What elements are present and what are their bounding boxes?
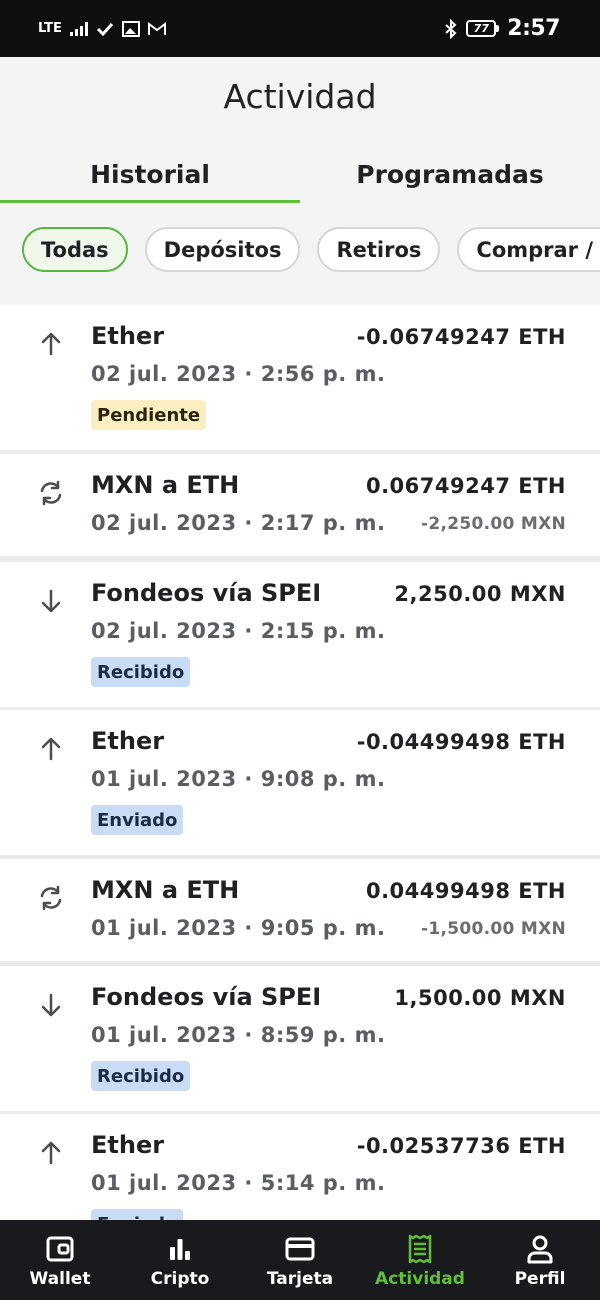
filter-chip-todas[interactable]: Todas <box>22 227 128 272</box>
filter-chip-comprar-vender[interactable]: Comprar / Vender <box>457 227 600 272</box>
arrow-down-icon <box>41 993 61 1017</box>
status-badge: Enviado <box>91 805 184 835</box>
card-icon <box>285 1237 315 1261</box>
app-notification-icon <box>96 22 114 36</box>
profile-icon <box>527 1235 553 1264</box>
nav-actividad[interactable]: Actividad <box>360 1220 480 1300</box>
transaction-row[interactable]: Fondeos vía SPEI 01 jul. 2023 · 8:59 p. … <box>0 966 600 1111</box>
transaction-date: 01 jul. 2023 · 9:05 p. m. <box>91 916 386 940</box>
nav-tarjeta[interactable]: Tarjeta <box>240 1220 360 1300</box>
nav-label: Perfil <box>514 1269 566 1289</box>
status-badge: Pendiente <box>91 400 207 430</box>
activity-tabs: Historial Programadas <box>0 145 600 203</box>
transaction-amount: 0.06749247 ETH <box>365 474 566 498</box>
nav-label: Cripto <box>150 1269 210 1289</box>
bottom-navigation: Wallet Cripto Tarjeta Actividad Perfil <box>0 1220 600 1300</box>
battery-level: 77 <box>466 20 497 37</box>
transaction-list: Ether 02 jul. 2023 · 2:56 p. m. -0.06749… <box>0 305 600 1220</box>
transaction-title: Ether <box>91 1131 165 1159</box>
transaction-row[interactable]: Ether 01 jul. 2023 · 9:08 p. m. -0.04499… <box>0 710 600 855</box>
transaction-title: Ether <box>91 727 165 755</box>
arrow-down-icon <box>41 589 61 613</box>
transaction-title: Fondeos vía SPEI <box>91 983 322 1011</box>
status-icons-left: LTE <box>38 20 166 37</box>
exchange-icon <box>40 480 62 506</box>
transaction-row[interactable]: MXN a ETH 01 jul. 2023 · 9:05 p. m. 0.04… <box>0 859 600 961</box>
transaction-date: 01 jul. 2023 · 8:59 p. m. <box>91 1023 386 1047</box>
transaction-date: 01 jul. 2023 · 9:08 p. m. <box>91 767 386 791</box>
transaction-title: MXN a ETH <box>91 876 240 904</box>
filter-chips: Todas Depósitos Retiros Comprar / Vender <box>22 227 600 273</box>
transaction-sub-amount: -2,250.00 MXN <box>420 514 566 534</box>
filter-chip-retiros[interactable]: Retiros <box>317 227 441 272</box>
nav-label: Tarjeta <box>266 1269 334 1289</box>
tab-historial[interactable]: Historial <box>0 145 300 203</box>
transaction-amount: 1,500.00 MXN <box>394 986 566 1010</box>
arrow-up-icon <box>41 1141 61 1165</box>
bluetooth-icon <box>445 18 457 39</box>
transaction-amount: 2,250.00 MXN <box>394 582 566 606</box>
wallet-icon <box>46 1236 74 1262</box>
nav-label: Actividad <box>375 1269 465 1289</box>
transaction-amount: -0.02537736 ETH <box>356 1134 566 1158</box>
signal-icon <box>69 21 88 36</box>
transaction-amount: 0.04499498 ETH <box>365 879 566 903</box>
gmail-icon <box>147 21 166 35</box>
transaction-title: Ether <box>91 322 165 350</box>
status-badge: Enviado <box>91 1209 184 1220</box>
transaction-date: 02 jul. 2023 · 2:15 p. m. <box>91 619 386 643</box>
battery-icon: 77 <box>466 20 500 37</box>
activity-header: Actividad Historial Programadas Todas De… <box>0 57 600 305</box>
chart-icon <box>170 1239 190 1260</box>
transaction-row[interactable]: Fondeos vía SPEI 02 jul. 2023 · 2:15 p. … <box>0 562 600 707</box>
status-icons-right: 77 2:57 <box>444 16 560 41</box>
transaction-row[interactable]: MXN a ETH 02 jul. 2023 · 2:17 p. m. 0.06… <box>0 454 600 556</box>
arrow-up-icon <box>41 332 61 356</box>
transaction-row[interactable]: Ether 02 jul. 2023 · 2:56 p. m. -0.06749… <box>0 305 600 450</box>
transaction-title: Fondeos vía SPEI <box>91 579 322 607</box>
nav-perfil[interactable]: Perfil <box>480 1220 600 1300</box>
clock: 2:57 <box>507 16 560 41</box>
exchange-icon <box>40 885 62 911</box>
transaction-sub-amount: -1,500.00 MXN <box>420 919 566 939</box>
status-bar: LTE 77 2:57 <box>0 0 600 57</box>
nav-cripto[interactable]: Cripto <box>120 1220 240 1300</box>
transaction-date: 02 jul. 2023 · 2:17 p. m. <box>91 511 386 535</box>
transaction-row[interactable]: Ether 01 jul. 2023 · 5:14 p. m. -0.02537… <box>0 1114 600 1220</box>
nav-wallet[interactable]: Wallet <box>0 1220 120 1300</box>
page-title: Actividad <box>223 77 377 116</box>
transaction-date: 01 jul. 2023 · 5:14 p. m. <box>91 1171 386 1195</box>
status-badge: Recibido <box>91 1061 191 1091</box>
network-type: LTE <box>38 21 62 36</box>
transaction-date: 02 jul. 2023 · 2:56 p. m. <box>91 362 386 386</box>
status-badge: Recibido <box>91 657 191 687</box>
transaction-title: MXN a ETH <box>91 471 240 499</box>
transaction-amount: -0.06749247 ETH <box>356 325 566 349</box>
nav-label: Wallet <box>29 1269 91 1289</box>
tab-programadas[interactable]: Programadas <box>300 145 600 203</box>
image-notification-icon <box>121 20 140 37</box>
receipt-icon <box>408 1234 432 1264</box>
filter-chip-depositos[interactable]: Depósitos <box>144 227 301 272</box>
transaction-amount: -0.04499498 ETH <box>356 730 566 754</box>
arrow-up-icon <box>41 737 61 761</box>
